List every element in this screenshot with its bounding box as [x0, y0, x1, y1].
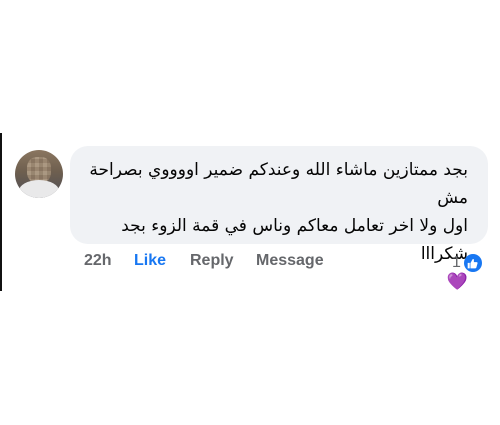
comment-line-1: بجد ممتازين ماشاء الله وعندكم ضمير اوووو… [89, 160, 468, 208]
user-avatar[interactable] [15, 150, 63, 198]
avatar-shirt [19, 180, 59, 198]
thumbs-up-icon [463, 254, 482, 272]
comment-timestamp[interactable]: 22h [84, 252, 112, 270]
reply-button[interactable]: Reply [190, 252, 234, 270]
message-button[interactable]: Message [256, 252, 324, 270]
reaction-summary[interactable]: 1 [452, 252, 482, 274]
left-divider [0, 133, 2, 291]
comment-text: بجد ممتازين ماشاء الله وعندكم ضمير اوووو… [78, 156, 468, 296]
like-button[interactable]: Like [134, 252, 166, 270]
reaction-count: 1 [452, 254, 461, 271]
comment-bubble: بجد ممتازين ماشاء الله وعندكم ضمير اوووو… [70, 146, 488, 292]
